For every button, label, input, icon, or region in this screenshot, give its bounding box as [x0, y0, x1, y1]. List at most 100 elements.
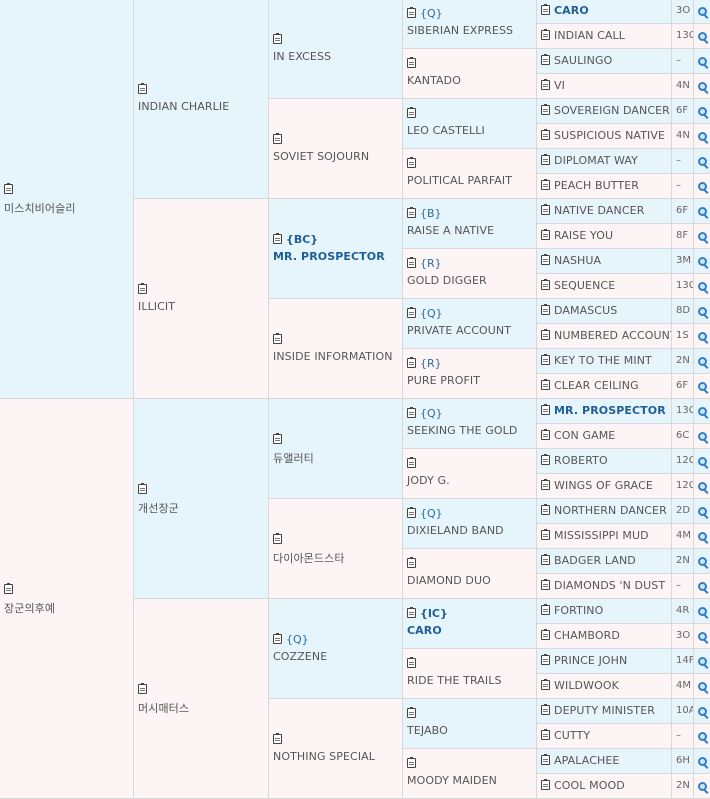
document-icon[interactable] — [541, 404, 550, 415]
document-icon[interactable] — [541, 329, 550, 340]
horse-name-link[interactable]: NASHUA — [554, 254, 601, 267]
search-icon[interactable] — [698, 382, 707, 391]
document-icon[interactable] — [541, 279, 550, 290]
horse-name-link[interactable]: INDIAN CHARLIE — [138, 100, 229, 113]
document-icon[interactable] — [541, 429, 550, 440]
search-icon[interactable] — [698, 707, 707, 716]
horse-name-link[interactable]: MR. PROSPECTOR — [554, 404, 666, 417]
document-icon[interactable] — [407, 157, 416, 168]
search-icon[interactable] — [698, 357, 707, 366]
search-icon[interactable] — [698, 32, 707, 41]
document-icon[interactable] — [541, 579, 550, 590]
horse-name-link[interactable]: NOTHING SPECIAL — [273, 750, 375, 763]
horse-name-link[interactable]: INSIDE INFORMATION — [273, 350, 393, 363]
document-icon[interactable] — [541, 454, 550, 465]
horse-name-link[interactable]: PRIVATE ACCOUNT — [407, 324, 511, 337]
horse-name-link[interactable]: SEEKING THE GOLD — [407, 424, 517, 437]
search-icon[interactable] — [698, 757, 707, 766]
horse-name-link[interactable]: JODY G. — [407, 474, 450, 487]
document-icon[interactable] — [407, 507, 416, 518]
horse-name-link[interactable]: CON GAME — [554, 429, 615, 442]
horse-name-link[interactable]: MR. PROSPECTOR — [273, 250, 385, 263]
horse-name-link[interactable]: KEY TO THE MINT — [554, 354, 652, 367]
document-icon[interactable] — [4, 183, 13, 194]
horse-name-link[interactable]: CLEAR CEILING — [554, 379, 639, 392]
horse-name-link[interactable]: PRINCE JOHN — [554, 654, 627, 667]
horse-name-link[interactable]: CUTTY — [554, 729, 590, 742]
horse-name-link[interactable]: CHAMBORD — [554, 629, 620, 642]
search-icon[interactable] — [698, 207, 707, 216]
horse-name-link[interactable]: 다이아몬드스타 — [273, 552, 345, 565]
document-icon[interactable] — [541, 729, 550, 740]
search-icon[interactable] — [698, 107, 707, 116]
document-icon[interactable] — [273, 333, 282, 344]
document-icon[interactable] — [407, 7, 416, 18]
document-icon[interactable] — [273, 33, 282, 44]
document-icon[interactable] — [407, 207, 416, 218]
horse-name-link[interactable]: DAMASCUS — [554, 304, 617, 317]
search-icon[interactable] — [698, 182, 707, 191]
horse-name-link[interactable]: 장군의후예 — [4, 602, 55, 615]
document-icon[interactable] — [138, 83, 147, 94]
document-icon[interactable] — [541, 604, 550, 615]
document-icon[interactable] — [407, 457, 416, 468]
horse-name-link[interactable]: WINGS OF GRACE — [554, 479, 653, 492]
horse-name-link[interactable]: DEPUTY MINISTER — [554, 704, 655, 717]
search-icon[interactable] — [698, 132, 707, 141]
horse-name-link[interactable]: LEO CASTELLI — [407, 124, 485, 137]
horse-name-link[interactable]: SUSPICIOUS NATIVE — [554, 129, 665, 142]
horse-name-link[interactable]: ILLICIT — [138, 300, 175, 313]
document-icon[interactable] — [541, 354, 550, 365]
horse-name-link[interactable]: COOL MOOD — [554, 779, 625, 792]
search-icon[interactable] — [698, 532, 707, 541]
search-icon[interactable] — [698, 732, 707, 741]
search-icon[interactable] — [698, 657, 707, 666]
search-icon[interactable] — [698, 557, 707, 566]
horse-name-link[interactable]: DIPLOMAT WAY — [554, 154, 638, 167]
document-icon[interactable] — [541, 304, 550, 315]
horse-name-link[interactable]: TEJABO — [407, 724, 448, 737]
document-icon[interactable] — [273, 633, 282, 644]
search-icon[interactable] — [698, 457, 707, 466]
document-icon[interactable] — [407, 757, 416, 768]
search-icon[interactable] — [698, 582, 707, 591]
document-icon[interactable] — [407, 257, 416, 268]
document-icon[interactable] — [407, 357, 416, 368]
document-icon[interactable] — [541, 229, 550, 240]
horse-name-link[interactable]: IN EXCESS — [273, 50, 331, 63]
search-icon[interactable] — [698, 407, 707, 416]
horse-name-link[interactable]: CARO — [407, 624, 442, 637]
horse-name-link[interactable]: ROBERTO — [554, 454, 608, 467]
horse-name-link[interactable]: INDIAN CALL — [554, 29, 625, 42]
document-icon[interactable] — [541, 104, 550, 115]
document-icon[interactable] — [407, 57, 416, 68]
search-icon[interactable] — [698, 157, 707, 166]
search-icon[interactable] — [698, 307, 707, 316]
horse-name-link[interactable]: KANTADO — [407, 74, 461, 87]
search-icon[interactable] — [698, 632, 707, 641]
horse-name-link[interactable]: GOLD DIGGER — [407, 274, 487, 287]
horse-name-link[interactable]: BADGER LAND — [554, 554, 636, 567]
horse-name-link[interactable]: SOVIET SOJOURN — [273, 150, 369, 163]
horse-name-link[interactable]: APALACHEE — [554, 754, 619, 767]
horse-name-link[interactable]: MOODY MAIDEN — [407, 774, 497, 787]
search-icon[interactable] — [698, 282, 707, 291]
document-icon[interactable] — [541, 379, 550, 390]
document-icon[interactable] — [541, 254, 550, 265]
document-icon[interactable] — [138, 683, 147, 694]
document-icon[interactable] — [273, 133, 282, 144]
horse-name-link[interactable]: CARO — [554, 4, 589, 17]
horse-name-link[interactable]: RAISE A NATIVE — [407, 224, 494, 237]
document-icon[interactable] — [273, 533, 282, 544]
document-icon[interactable] — [541, 779, 550, 790]
horse-name-link[interactable]: WILDWOOK — [554, 679, 619, 692]
search-icon[interactable] — [698, 782, 707, 791]
document-icon[interactable] — [541, 29, 550, 40]
document-icon[interactable] — [541, 629, 550, 640]
search-icon[interactable] — [698, 607, 707, 616]
document-icon[interactable] — [407, 657, 416, 668]
document-icon[interactable] — [541, 529, 550, 540]
document-icon[interactable] — [541, 154, 550, 165]
document-icon[interactable] — [541, 79, 550, 90]
horse-name-link[interactable]: 머시매터스 — [138, 702, 189, 715]
